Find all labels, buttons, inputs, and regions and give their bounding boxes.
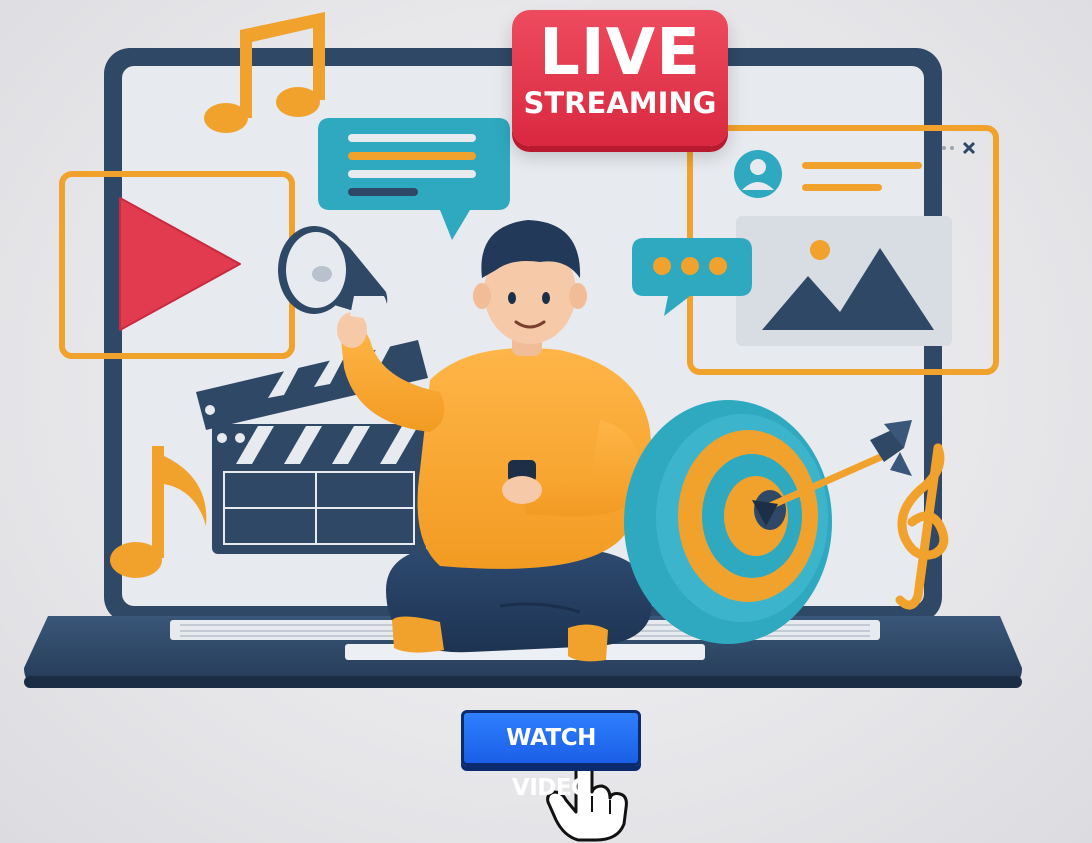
image-icon (736, 216, 952, 346)
live-streaming-badge: LIVE STREAMING (512, 10, 728, 146)
watch-video-button[interactable]: WATCH VIDEO (461, 710, 641, 801)
badge-streaming-text: STREAMING (523, 86, 717, 120)
target-icon (624, 400, 832, 644)
badge-live-text: LIVE (539, 16, 701, 90)
close-icon (962, 141, 976, 155)
